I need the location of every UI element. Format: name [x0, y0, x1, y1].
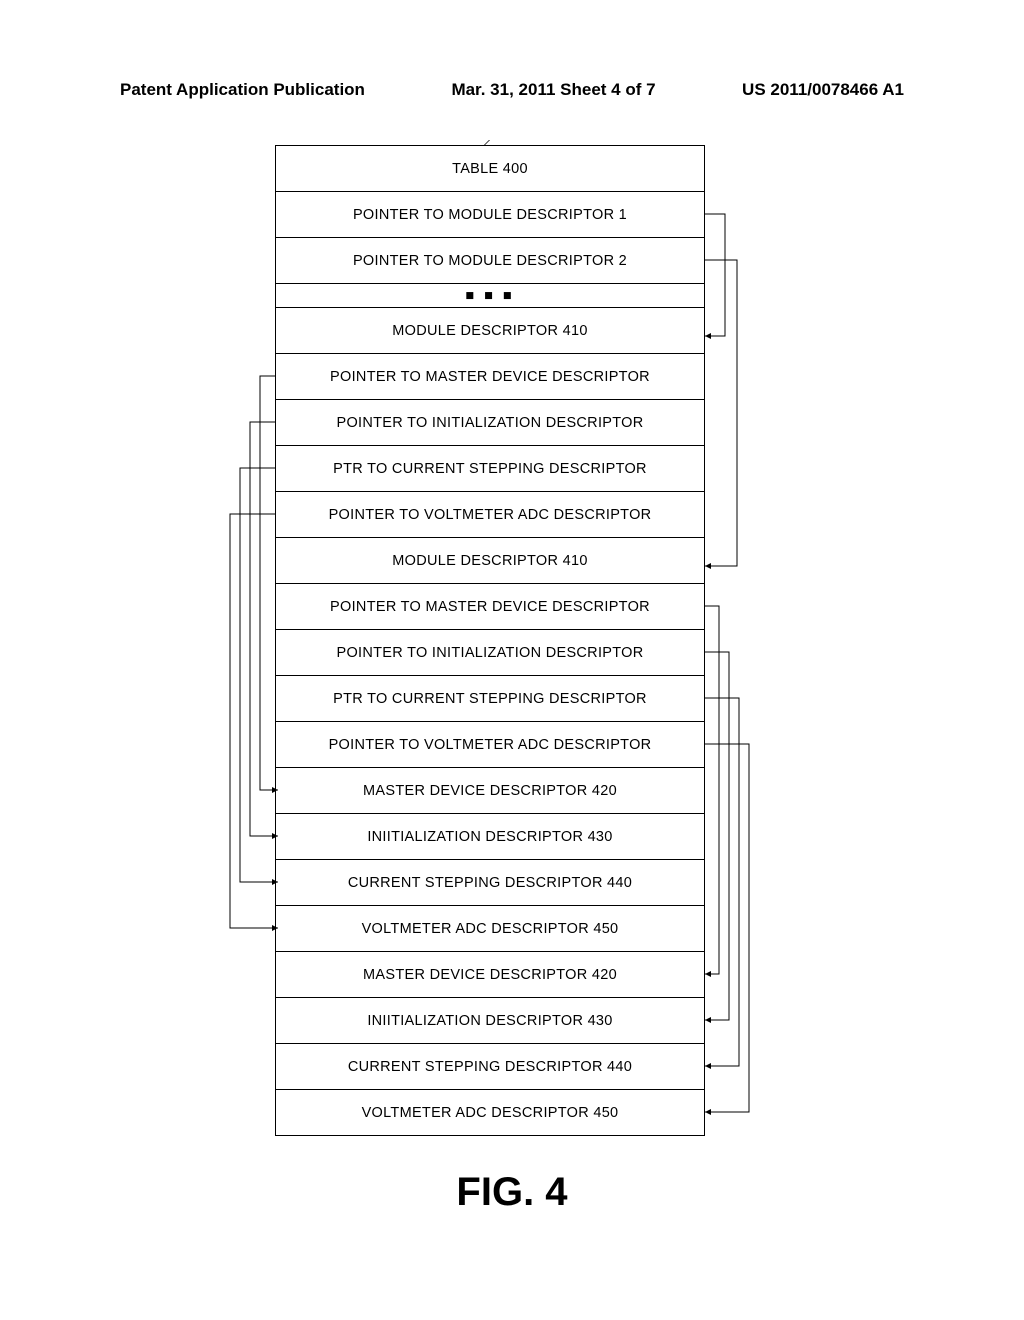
table-row: MODULE DESCRIPTOR 410 — [275, 538, 705, 584]
table-row: POINTER TO MASTER DEVICE DESCRIPTOR — [275, 584, 705, 630]
header-mid: Mar. 31, 2011 Sheet 4 of 7 — [365, 80, 742, 100]
header-right: US 2011/0078466 A1 — [742, 80, 904, 100]
table-row: VOLTMETER ADC DESCRIPTOR 450 — [275, 906, 705, 952]
table-row: POINTER TO VOLTMETER ADC DESCRIPTOR — [275, 722, 705, 768]
table-row: POINTER TO MODULE DESCRIPTOR 1 — [275, 192, 705, 238]
table-row: POINTER TO MASTER DEVICE DESCRIPTOR — [275, 354, 705, 400]
table-row-ellipsis: ■ ■ ■ — [275, 284, 705, 308]
table-row: POINTER TO MODULE DESCRIPTOR 2 — [275, 238, 705, 284]
table-row: POINTER TO INITIALIZATION DESCRIPTOR — [275, 400, 705, 446]
patent-page: Patent Application Publication Mar. 31, … — [0, 0, 1024, 1320]
table-row: INIITIALIZATION DESCRIPTOR 430 — [275, 814, 705, 860]
table-row: PTR TO CURRENT STEPPING DESCRIPTOR — [275, 446, 705, 492]
table-title: TABLE 400 — [275, 146, 705, 192]
diagram: TABLE 400 POINTER TO MODULE DESCRIPTOR 1… — [200, 145, 780, 1136]
table-row: MASTER DEVICE DESCRIPTOR 420 — [275, 952, 705, 998]
table-row: CURRENT STEPPING DESCRIPTOR 440 — [275, 1044, 705, 1090]
table-row: CURRENT STEPPING DESCRIPTOR 440 — [275, 860, 705, 906]
table-row: INIITIALIZATION DESCRIPTOR 430 — [275, 998, 705, 1044]
descriptor-table: TABLE 400 POINTER TO MODULE DESCRIPTOR 1… — [275, 145, 705, 1136]
header-left: Patent Application Publication — [120, 80, 365, 100]
table-row: VOLTMETER ADC DESCRIPTOR 450 — [275, 1090, 705, 1136]
table-row: POINTER TO INITIALIZATION DESCRIPTOR — [275, 630, 705, 676]
table-row: POINTER TO VOLTMETER ADC DESCRIPTOR — [275, 492, 705, 538]
page-header: Patent Application Publication Mar. 31, … — [120, 80, 904, 100]
table-row: MODULE DESCRIPTOR 410 — [275, 308, 705, 354]
table-row: PTR TO CURRENT STEPPING DESCRIPTOR — [275, 676, 705, 722]
table-row: MASTER DEVICE DESCRIPTOR 420 — [275, 768, 705, 814]
figure-label: FIG. 4 — [0, 1170, 1024, 1215]
